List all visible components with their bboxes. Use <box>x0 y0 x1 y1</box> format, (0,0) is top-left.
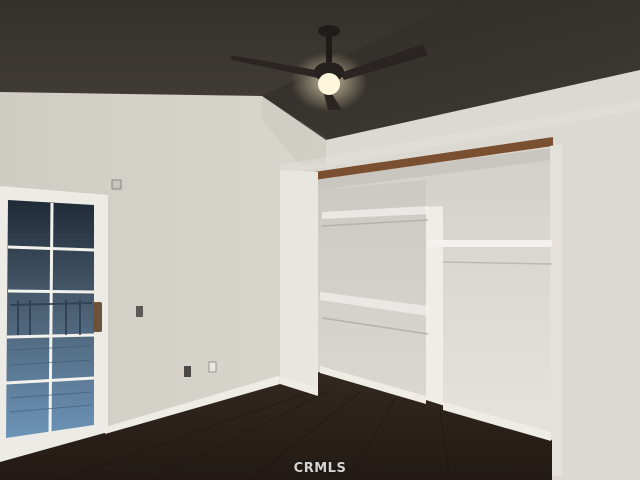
fan-light-bulb <box>318 73 340 95</box>
patio-door[interactable] <box>0 186 108 462</box>
room-photo: CRMLS <box>0 0 640 480</box>
fan-canopy <box>318 25 340 37</box>
door-handle[interactable] <box>93 302 102 332</box>
crmls-watermark: CRMLS <box>293 461 347 476</box>
closet-left-jamb <box>280 170 318 392</box>
wall-outlet-right <box>208 361 217 373</box>
wall-hook <box>111 179 122 190</box>
wall-outlet-left <box>184 366 191 377</box>
closet-right-jamb <box>550 144 562 476</box>
room-illustration <box>0 0 640 480</box>
closet-divider-panel <box>426 206 443 414</box>
wall-switch[interactable] <box>136 306 143 317</box>
